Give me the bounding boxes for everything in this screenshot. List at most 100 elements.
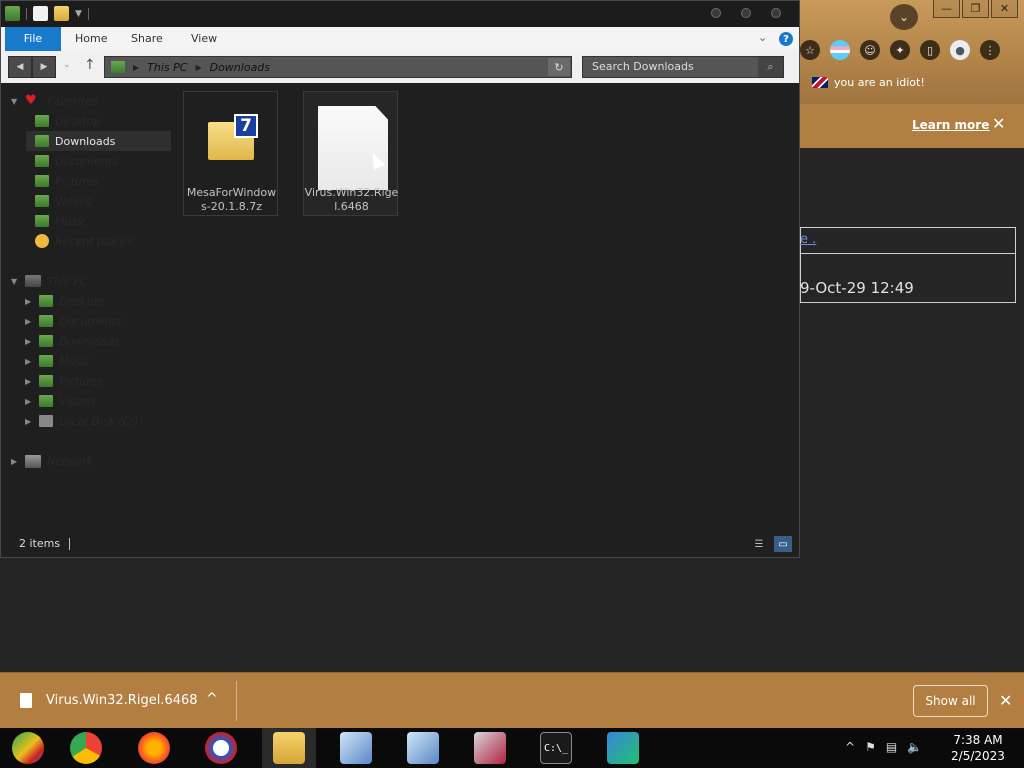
file-item-virus[interactable]: Virus.Win32.Rigel.6468 <box>303 91 398 216</box>
page-divider <box>801 253 1015 254</box>
tab-view[interactable]: View <box>191 27 217 51</box>
tree-item-pc-documents[interactable]: ▶ Documents <box>25 311 122 331</box>
close-icon[interactable]: ✕ <box>999 691 1012 710</box>
profile-avatar-icon[interactable]: ● <box>950 40 970 60</box>
browser-close-button[interactable]: ✕ <box>991 0 1018 18</box>
tab-file[interactable]: File <box>5 27 61 51</box>
explorer-maximize-button[interactable] <box>741 8 751 18</box>
expand-arrow-icon[interactable]: ▶ <box>25 297 33 306</box>
tree-item-fav-music[interactable]: Music <box>35 211 86 231</box>
expand-arrow-icon[interactable]: ▶ <box>11 457 19 466</box>
tree-item-fav-desktop[interactable]: Desktop <box>35 111 100 131</box>
pride-flag-extension-icon[interactable] <box>830 40 850 60</box>
tree-item-pc-downloads[interactable]: ▶ Downloads <box>25 331 119 351</box>
expand-arrow-icon[interactable]: ▶ <box>25 377 33 386</box>
show-hidden-icons-chevron-icon[interactable]: ^ <box>845 740 855 754</box>
extension-avatar-icon[interactable]: ☺ <box>860 40 880 60</box>
address-folder-icon <box>111 61 125 73</box>
tree-item-local-disk[interactable]: ▶ Local Disk (C:) <box>25 411 138 431</box>
infobar-close-icon[interactable]: ✕ <box>992 114 1005 133</box>
properties-icon[interactable] <box>33 6 48 21</box>
page-link[interactable]: e . <box>800 232 816 247</box>
expand-arrow-icon[interactable]: ▼ <box>11 97 19 106</box>
toolbar-separator <box>26 7 27 20</box>
side-panel-icon[interactable]: ▯ <box>920 40 940 60</box>
breadcrumb-arrow-icon[interactable]: ▶ <box>133 63 139 72</box>
breadcrumb-downloads[interactable]: Downloads <box>210 61 270 74</box>
breadcrumb-arrow-icon[interactable]: ▶ <box>195 63 201 72</box>
expand-arrow-icon[interactable]: ▶ <box>25 397 33 406</box>
puzzle-extensions-icon[interactable]: ✦ <box>890 40 910 60</box>
media-player-taskbar-icon[interactable] <box>474 732 506 764</box>
address-bar[interactable]: ▶ This PC ▶ Downloads ↻ <box>104 56 572 78</box>
customize-toolbar-chevron-icon[interactable]: ▼ <box>75 9 82 19</box>
chrome-taskbar-icon[interactable] <box>70 732 102 764</box>
new-folder-icon[interactable] <box>54 6 69 21</box>
clock[interactable]: 7:38 AM 2/5/2023 <box>940 732 1016 764</box>
setup-taskbar-icon[interactable] <box>340 732 372 764</box>
star-icon[interactable]: ☆ <box>800 40 820 60</box>
expand-arrow-icon[interactable]: ▶ <box>25 317 33 326</box>
start-button[interactable] <box>12 732 44 764</box>
breadcrumb-this-pc[interactable]: This PC <box>147 61 187 74</box>
large-icons-view-icon[interactable]: ▭ <box>774 536 792 552</box>
tree-item-this-pc[interactable]: ▼ This PC <box>11 271 87 291</box>
help-icon[interactable]: ? <box>779 32 793 46</box>
learn-more-link[interactable]: Learn more <box>912 118 989 132</box>
file-icon <box>20 693 32 708</box>
tab-share[interactable]: Share <box>131 27 163 51</box>
refresh-icon[interactable]: ↻ <box>548 58 570 76</box>
expand-arrow-icon[interactable]: ▶ <box>25 417 33 426</box>
file-explorer-window: ▼ File Home Share View ⌄ ? ◀ ▶ ⌄ ↑ ▶ Thi… <box>0 0 800 558</box>
browser-minimize-button[interactable]: — <box>933 0 960 18</box>
tab-home[interactable]: Home <box>75 27 107 51</box>
details-view-icon[interactable]: ☰ <box>750 536 768 552</box>
forward-button[interactable]: ▶ <box>32 56 56 78</box>
extension-bar: ☆ ☺ ✦ ▯ ● ⋮ <box>800 40 1000 60</box>
taskbar: C:\_ ^ ⚑ ▤ 🔈 7:38 AM 2/5/2023 <box>0 728 1024 768</box>
bookmark-item[interactable]: you are an idiot! <box>812 76 925 89</box>
tab-search-button[interactable]: ⌄ <box>890 4 918 30</box>
expand-ribbon-chevron-icon[interactable]: ⌄ <box>758 31 767 44</box>
network-tray-icon[interactable]: ▤ <box>886 740 897 754</box>
setup-taskbar-icon-2[interactable] <box>407 732 439 764</box>
browser-restore-button[interactable]: ❐ <box>962 0 989 18</box>
tree-item-pc-music[interactable]: ▶ Music <box>25 351 90 371</box>
command-prompt-taskbar-icon[interactable]: C:\_ <box>540 732 572 764</box>
tree-item-recent-places[interactable]: Recent places <box>35 231 132 251</box>
show-all-button[interactable]: Show all <box>913 685 988 717</box>
explorer-close-button[interactable] <box>771 8 781 18</box>
download-options-chevron-icon[interactable]: ^ <box>206 691 218 707</box>
shelf-separator <box>236 681 237 721</box>
explorer-minimize-button[interactable] <box>711 8 721 18</box>
file-explorer-taskbar-icon[interactable] <box>273 732 305 764</box>
search-icon[interactable]: ⌕ <box>758 57 783 77</box>
back-button[interactable]: ◀ <box>8 56 32 78</box>
tree-item-fav-pictures[interactable]: Pictures <box>35 171 99 191</box>
firefox-taskbar-icon[interactable] <box>138 732 170 764</box>
kebab-menu-icon[interactable]: ⋮ <box>980 40 1000 60</box>
tree-item-favorites[interactable]: ▼ ♥ Favorites <box>11 91 98 111</box>
tree-item-pc-pictures[interactable]: ▶ Pictures <box>25 371 103 391</box>
music-icon <box>39 355 53 367</box>
tree-item-fav-documents[interactable]: Documents <box>35 151 118 171</box>
download-item[interactable]: Virus.Win32.Rigel.6468 <box>20 693 198 708</box>
tree-item-network[interactable]: ▶ Network <box>11 451 93 471</box>
expand-arrow-icon[interactable]: ▶ <box>25 337 33 346</box>
search-input[interactable]: Search Downloads <box>582 56 784 78</box>
installer-taskbar-icon[interactable] <box>607 732 639 764</box>
tree-item-pc-videos[interactable]: ▶ Videos <box>25 391 96 411</box>
explorer-app-icon[interactable] <box>5 6 20 21</box>
file-item-mesa[interactable]: 7 MesaForWindows-20.1.8.7z <box>183 91 278 216</box>
expand-arrow-icon[interactable]: ▼ <box>11 277 19 286</box>
action-center-flag-icon[interactable]: ⚑ <box>865 740 876 754</box>
tree-item-pc-desktop[interactable]: ▶ Desktop <box>25 291 104 311</box>
recent-locations-chevron-icon[interactable]: ⌄ <box>63 60 71 70</box>
tree-item-fav-downloads[interactable]: Downloads <box>26 131 171 151</box>
tree-item-fav-videos[interactable]: Videos <box>35 191 92 211</box>
volume-icon[interactable]: 🔈 <box>907 740 922 754</box>
download-filename: Virus.Win32.Rigel.6468 <box>46 693 198 708</box>
expand-arrow-icon[interactable]: ▶ <box>25 357 33 366</box>
up-arrow-icon[interactable]: ↑ <box>84 57 96 73</box>
opera-taskbar-icon[interactable] <box>205 732 237 764</box>
